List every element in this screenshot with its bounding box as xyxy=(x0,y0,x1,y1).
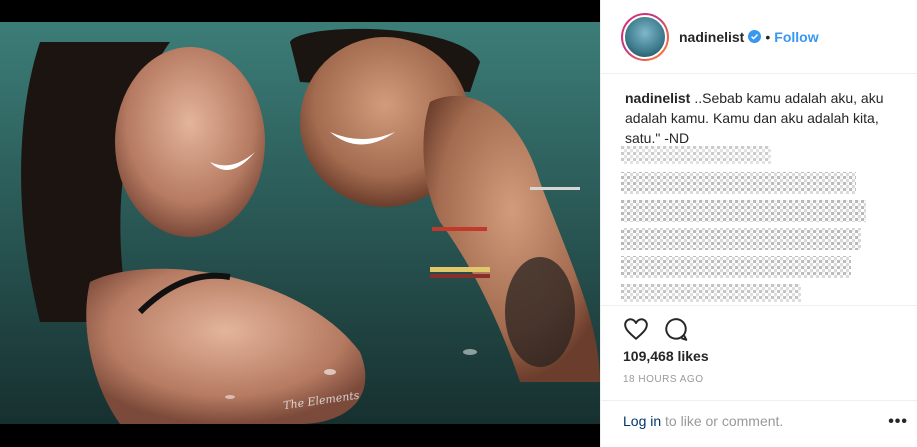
instagram-post: The Elements nadinelist • Follow nadinel… xyxy=(0,0,917,447)
login-prompt: Log in to like or comment. xyxy=(623,413,783,429)
separator-dot: • xyxy=(765,28,771,45)
blurred-comments xyxy=(621,146,871,306)
follow-button[interactable]: Follow xyxy=(774,29,818,45)
comment-icon[interactable] xyxy=(663,316,689,342)
caption: nadinelist ..Sebab kamu adalah aku, aku a… xyxy=(625,88,897,148)
login-prompt-text: to like or comment. xyxy=(661,413,784,429)
blurred-comments-pixels xyxy=(621,146,866,302)
avatar-image xyxy=(623,14,667,59)
post-sidebar: nadinelist • Follow nadinelist ..Sebab ka… xyxy=(600,0,917,447)
post-photo[interactable]: The Elements xyxy=(0,22,600,424)
action-icons xyxy=(623,316,689,342)
post-timestamp[interactable]: 18 HOURS AGO xyxy=(623,374,703,385)
avatar[interactable] xyxy=(621,12,669,61)
heart-icon[interactable] xyxy=(623,316,649,342)
photo-illustration xyxy=(0,22,600,424)
likes-count[interactable]: 109,468 likes xyxy=(623,348,709,364)
caption-username[interactable]: nadinelist xyxy=(625,90,690,106)
comment-bar: Log in to like or comment. ••• xyxy=(601,400,917,447)
post-media[interactable]: The Elements xyxy=(0,0,600,447)
post-header: nadinelist • Follow xyxy=(601,0,917,74)
more-options-icon[interactable]: ••• xyxy=(888,413,908,431)
verified-badge-icon xyxy=(748,30,762,43)
login-link[interactable]: Log in xyxy=(623,413,661,429)
username-link[interactable]: nadinelist xyxy=(679,29,744,45)
